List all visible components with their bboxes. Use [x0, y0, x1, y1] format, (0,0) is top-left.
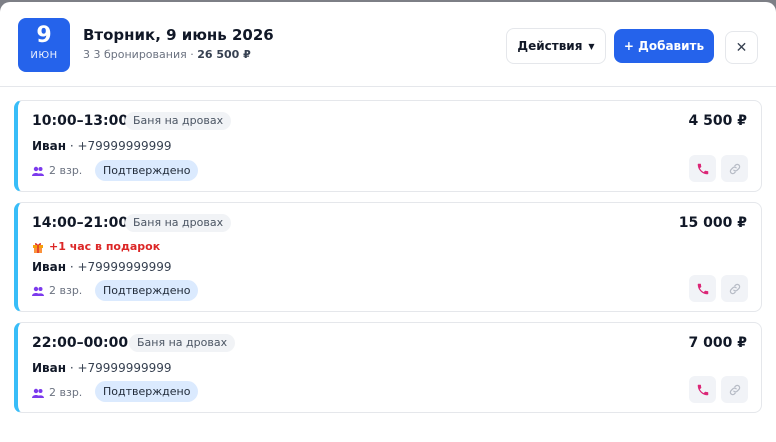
status-badge: Подтверждено — [95, 280, 199, 301]
modal-header: 9 ИЮН Вторник, 9 июнь 2026 3 3 бронирова… — [0, 2, 776, 87]
page-title: Вторник, 9 июнь 2026 — [83, 26, 274, 44]
client-info: Иван · +79999999999 — [32, 260, 172, 274]
service-tag: Баня на дровах — [129, 334, 236, 352]
guests-count: 2 взр. — [32, 386, 82, 399]
status-badge: Подтверждено — [95, 381, 199, 402]
users-icon — [32, 286, 44, 296]
booking-price: 15 000 ₽ — [678, 215, 747, 231]
add-booking-button[interactable]: + Добавить — [614, 29, 714, 63]
client-name: Иван — [32, 260, 67, 274]
client-info: Иван · +79999999999 — [32, 361, 172, 375]
booking-card[interactable]: 22:00–00:00 Баня на дровах 7 000 ₽ Иван … — [14, 322, 762, 413]
guests-count: 2 взр. — [32, 284, 82, 297]
gift-bonus: +1 час в подарок — [32, 240, 160, 253]
call-button[interactable] — [689, 376, 716, 403]
booking-time: 10:00–13:00 — [32, 113, 129, 129]
client-phone: · +79999999999 — [66, 260, 172, 274]
actions-button-label: Действия — [517, 39, 583, 53]
guests-label: 2 взр. — [49, 386, 83, 399]
date-badge: 9 ИЮН — [18, 18, 70, 72]
service-tag: Баня на дровах — [125, 214, 232, 232]
booking-time: 22:00–00:00 — [32, 335, 129, 351]
booking-price: 4 500 ₽ — [688, 113, 747, 129]
day-bookings-modal: 9 ИЮН Вторник, 9 июнь 2026 3 3 бронирова… — [0, 2, 776, 442]
bookings-summary: 3 3 бронирования · 26 500 ₽ — [83, 48, 251, 61]
guests-label: 2 взр. — [49, 164, 83, 177]
service-tag: Баня на дровах — [125, 112, 232, 130]
booking-price: 7 000 ₽ — [688, 335, 747, 351]
copy-link-button[interactable] — [721, 376, 748, 403]
booking-card[interactable]: 14:00–21:00 Баня на дровах 15 000 ₽ +1 ч… — [14, 202, 762, 312]
users-icon — [32, 166, 44, 176]
gift-icon — [33, 242, 43, 253]
date-day: 9 — [36, 23, 52, 48]
link-icon — [729, 163, 740, 174]
call-button[interactable] — [689, 275, 716, 302]
phone-icon — [697, 283, 708, 294]
bookings-count: 3 3 бронирования · — [83, 48, 198, 61]
client-info: Иван · +79999999999 — [32, 139, 172, 153]
bookings-total: 26 500 ₽ — [197, 48, 251, 61]
link-icon — [729, 283, 740, 294]
booking-card[interactable]: 10:00–13:00 Баня на дровах 4 500 ₽ Иван … — [14, 100, 762, 192]
guests-label: 2 взр. — [49, 284, 83, 297]
chevron-down-icon: ▼ — [588, 41, 595, 51]
client-name: Иван — [32, 139, 67, 153]
actions-button[interactable]: Действия ▼ — [506, 28, 606, 64]
phone-icon — [697, 163, 708, 174]
copy-link-button[interactable] — [721, 275, 748, 302]
date-month: ИЮН — [30, 50, 58, 61]
client-phone: · +79999999999 — [66, 139, 172, 153]
phone-icon — [697, 384, 708, 395]
status-badge: Подтверждено — [95, 160, 199, 181]
link-icon — [729, 384, 740, 395]
gift-label: +1 час в подарок — [49, 240, 161, 253]
client-name: Иван — [32, 361, 67, 375]
client-phone: · +79999999999 — [66, 361, 172, 375]
booking-time: 14:00–21:00 — [32, 215, 129, 231]
close-icon[interactable]: ✕ — [725, 31, 758, 64]
call-button[interactable] — [689, 155, 716, 182]
guests-count: 2 взр. — [32, 164, 82, 177]
users-icon — [32, 388, 44, 398]
copy-link-button[interactable] — [721, 155, 748, 182]
